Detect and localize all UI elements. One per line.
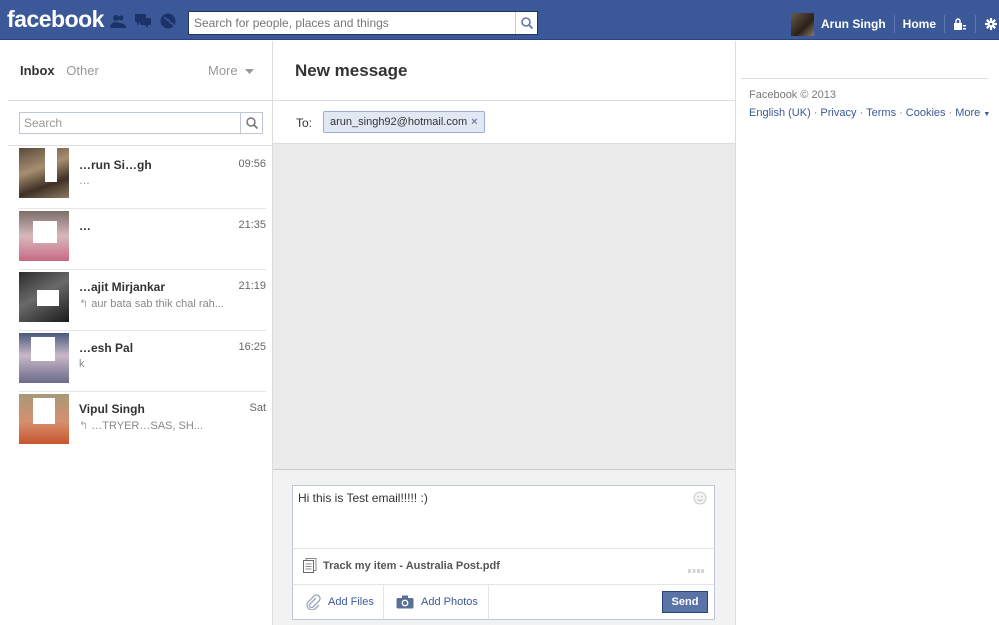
recipient-email: arun_singh92@hotmail.com [330, 116, 468, 128]
more-dropdown[interactable]: More [208, 63, 255, 78]
message-time: 09:56 [238, 158, 266, 170]
compose-panel: New message To: arun_singh92@hotmail.com… [273, 41, 735, 625]
message-snippet: k [79, 358, 85, 370]
notifications-globe-icon[interactable] [160, 13, 176, 29]
friend-requests-icon[interactable] [110, 13, 126, 29]
search-icon[interactable] [240, 113, 262, 133]
conversation-item[interactable]: Vipul Singh ↰ …TRYER…SAS, SH... Sat [19, 392, 266, 453]
conversation-item[interactable]: …esh Pal k 16:25 [19, 331, 266, 392]
home-link[interactable]: Home [903, 17, 936, 31]
composer-toolbar: Add Files Add Photos Send [293, 585, 714, 619]
to-label: To: [296, 116, 313, 130]
camera-icon [396, 595, 414, 609]
redaction-block [37, 290, 59, 306]
contact-name: …run Si…gh [79, 158, 152, 172]
reply-arrow-icon: ↰ [79, 420, 92, 432]
footer-link-privacy[interactable]: Privacy [820, 107, 856, 119]
attachment-filename: Track my item - Australia Post.pdf [323, 559, 500, 572]
message-snippet: … [79, 175, 90, 187]
inbox-sidebar: Inbox Other More …run Si…gh … 09:56 … [8, 41, 274, 625]
message-body-input[interactable]: Hi this is Test email!!!!! :) [298, 491, 683, 543]
add-photos-button[interactable]: Add Photos [396, 585, 478, 619]
add-files-button[interactable]: Add Files [305, 585, 374, 619]
reply-arrow-icon: ↰ [79, 298, 92, 310]
page-title: New message [295, 61, 408, 80]
footer-link-cookies[interactable]: Cookies [906, 107, 946, 119]
user-name-link[interactable]: Arun Singh [821, 17, 886, 31]
paperclip-icon [305, 594, 321, 611]
divider [741, 78, 988, 79]
footer-link-more[interactable]: More ▼ [955, 107, 990, 119]
search-icon[interactable] [515, 12, 537, 34]
nav-divider [893, 15, 895, 33]
divider [273, 100, 735, 101]
copyright-text: Facebook © 2013 [749, 89, 836, 101]
inbox-tabs: Inbox Other [20, 63, 99, 78]
conversation-item[interactable]: …ajit Mirjankar ↰ aur bata sab thik chal… [19, 270, 266, 331]
contact-name: …ajit Mirjankar [79, 280, 166, 294]
inbox-search-box [19, 112, 263, 134]
divider [8, 145, 273, 146]
message-thread-area [273, 144, 735, 469]
message-time: 16:25 [238, 341, 266, 353]
nav-divider [944, 15, 946, 33]
chevron-down-icon: ▼ [983, 111, 991, 118]
message-time: 21:19 [238, 280, 266, 292]
contact-name: …esh Pal [79, 341, 134, 355]
send-button[interactable]: Send [662, 591, 708, 613]
inbox-search-input[interactable] [20, 113, 238, 133]
tab-inbox[interactable]: Inbox [20, 63, 55, 78]
message-snippet: ↰ aur bata sab thik chal rah... [79, 298, 224, 310]
contact-name: Vipul Singh [79, 402, 145, 416]
recipient-token[interactable]: arun_singh92@hotmail.com × [323, 111, 485, 133]
composer: Hi this is Test email!!!!! :) Track my i… [292, 485, 715, 620]
message-time: Sat [249, 402, 266, 414]
user-avatar[interactable] [791, 12, 814, 36]
document-icon [303, 558, 317, 573]
redaction-block [33, 398, 55, 424]
redaction-block [31, 337, 55, 361]
top-search-input[interactable] [189, 12, 509, 34]
top-bar: facebook Arun Singh Home [0, 0, 999, 40]
message-time: 21:35 [238, 219, 266, 231]
more-label: More [208, 63, 238, 78]
conversation-item[interactable]: …run Si…gh … 09:56 [19, 148, 266, 209]
user-nav: Arun Singh Home [791, 12, 998, 36]
tab-other[interactable]: Other [66, 63, 99, 78]
footer-links: English (UK) · Privacy · Terms · Cookies · More … [749, 107, 991, 119]
right-column: Facebook © 2013 English (UK) · Privacy · Ter… [735, 41, 999, 625]
drag-handle-icon[interactable] [688, 562, 704, 573]
conversation-list: …run Si…gh … 09:56 … 21:35 …ajit Mirjank… [19, 148, 266, 453]
redaction-block [33, 221, 57, 243]
contact-name: … [79, 219, 91, 233]
top-search-box [188, 11, 538, 35]
attachment-item: Track my item - Australia Post.pdf [303, 558, 500, 573]
chevron-down-icon [245, 63, 255, 78]
redaction-block [45, 148, 57, 182]
conversation-item[interactable]: … 21:35 [19, 209, 266, 270]
toolbar-divider [383, 585, 384, 619]
remove-recipient-icon[interactable]: × [471, 116, 477, 128]
footer-link-language[interactable]: English (UK) [749, 107, 811, 119]
settings-gear-icon[interactable] [984, 17, 998, 31]
contact-avatar [19, 148, 69, 198]
emoticon-icon[interactable] [693, 491, 707, 505]
composer-container: Hi this is Test email!!!!! :) Track my i… [273, 470, 735, 625]
footer-link-terms[interactable]: Terms [866, 107, 896, 119]
facebook-logo[interactable]: facebook [7, 6, 104, 33]
add-files-label: Add Files [328, 596, 374, 608]
divider [293, 548, 714, 549]
add-photos-label: Add Photos [421, 596, 478, 608]
message-snippet: ↰ …TRYER…SAS, SH... [79, 420, 203, 432]
privacy-lock-icon[interactable] [953, 17, 967, 31]
toolbar-divider [488, 585, 489, 619]
divider [8, 100, 273, 101]
messages-icon[interactable] [135, 13, 151, 29]
nav-divider [975, 15, 977, 33]
